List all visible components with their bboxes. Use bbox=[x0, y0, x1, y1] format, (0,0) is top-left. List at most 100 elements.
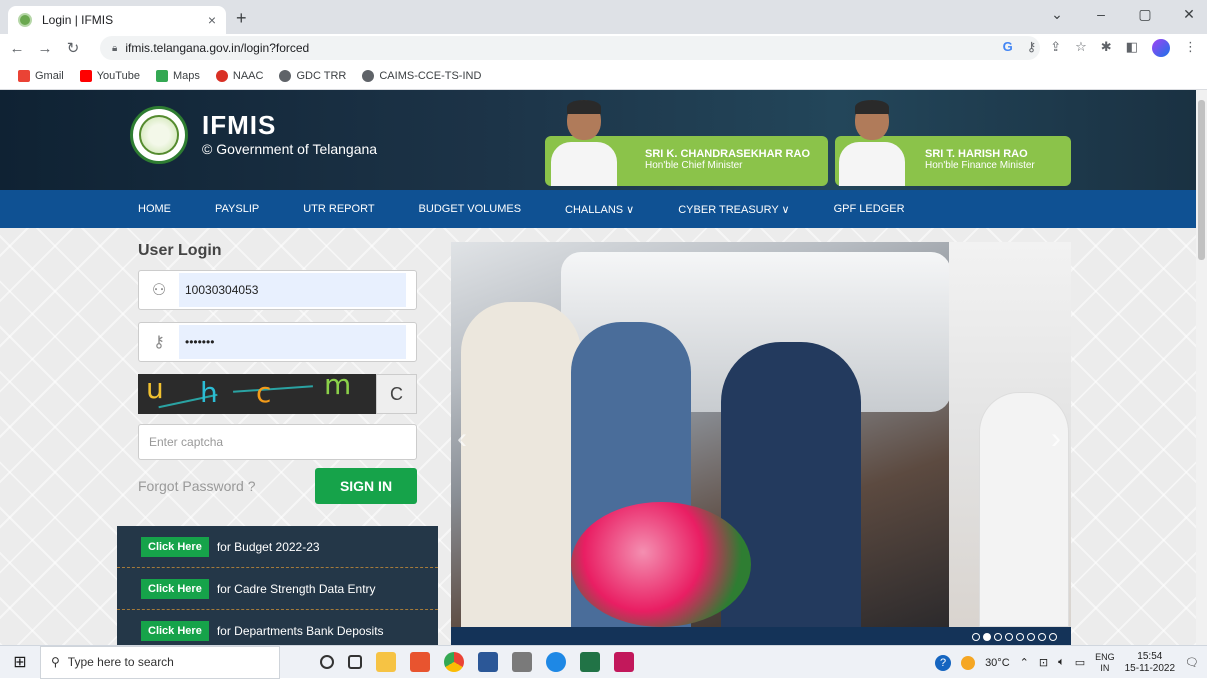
carousel-next-icon[interactable]: › bbox=[1051, 422, 1061, 456]
address-bar-row: ← → ↻ 🔒︎ ifmis.telangana.gov.in/login?fo… bbox=[0, 34, 1207, 62]
carousel-dot[interactable] bbox=[983, 633, 991, 641]
browser-tab-bar: Login | IFMIS × + ⌄ – ▢ ✕ bbox=[0, 0, 1207, 34]
nav-utr-report[interactable]: UTR REPORT bbox=[303, 203, 374, 215]
bookmark-maps[interactable]: Maps bbox=[155, 69, 200, 82]
captcha-char: u bbox=[146, 374, 164, 405]
captcha-image: u h c m bbox=[138, 374, 376, 414]
bookmark-label: CAIMS-CCE-TS-IND bbox=[379, 69, 482, 82]
network-icon[interactable]: ⊡ bbox=[1039, 656, 1048, 669]
nav-budget-volumes[interactable]: BUDGET VOLUMES bbox=[419, 203, 522, 215]
search-icon: ⚲ bbox=[51, 655, 60, 669]
volume-icon[interactable]: 🔈︎ bbox=[1058, 656, 1065, 669]
captcha-char: c bbox=[256, 376, 272, 409]
password-value[interactable]: ••••••• bbox=[179, 325, 406, 359]
finance-minister-photo bbox=[835, 100, 905, 186]
page-viewport: IFMIS © Government of Telangana SRI K. C… bbox=[0, 90, 1196, 645]
carousel-dot[interactable] bbox=[1005, 633, 1013, 641]
forward-arrow-icon[interactable]: → bbox=[34, 40, 56, 57]
store-icon[interactable] bbox=[410, 652, 430, 672]
key-icon[interactable]: ⚷ bbox=[1027, 39, 1037, 57]
sign-in-button[interactable]: SIGN IN bbox=[315, 468, 417, 504]
carousel-dot[interactable] bbox=[1016, 633, 1024, 641]
quick-link-label: for Departments Bank Deposits bbox=[216, 623, 384, 638]
quick-link-row: Click Here for Departments Bank Deposits bbox=[117, 610, 438, 645]
menu-kebab-icon[interactable]: ⋮ bbox=[1184, 39, 1197, 57]
bookmark-gmail[interactable]: Gmail bbox=[18, 69, 64, 82]
document-icon[interactable] bbox=[512, 652, 532, 672]
carousel-dot[interactable] bbox=[1049, 633, 1057, 641]
chief-minister-role: Hon'ble Chief Minister bbox=[645, 160, 743, 171]
excel-icon[interactable] bbox=[580, 652, 600, 672]
youtube-icon bbox=[79, 69, 92, 82]
quick-link-row: Click Here for Budget 2022-23 bbox=[117, 526, 438, 568]
click-here-button[interactable]: Click Here bbox=[141, 536, 209, 557]
google-extension-icon[interactable]: G bbox=[1003, 39, 1013, 57]
task-view-icon[interactable] bbox=[348, 655, 362, 669]
nav-challans-dropdown[interactable]: CHALLANS ∨ bbox=[565, 203, 634, 216]
file-explorer-icon[interactable] bbox=[376, 652, 396, 672]
clock-date: 15-11-2022 bbox=[1124, 662, 1176, 674]
weather-icon[interactable] bbox=[961, 655, 976, 670]
scrollbar-thumb[interactable] bbox=[1198, 100, 1205, 260]
nav-gpf-ledger[interactable]: GPF LEDGER bbox=[834, 203, 905, 215]
bookmark-label: NAAC bbox=[232, 69, 264, 82]
carousel-dot[interactable] bbox=[972, 633, 980, 641]
reload-icon[interactable]: ↻ bbox=[62, 39, 84, 57]
url-input[interactable]: 🔒︎ ifmis.telangana.gov.in/login?forced bbox=[100, 36, 1040, 60]
carousel-dot[interactable] bbox=[1027, 633, 1035, 641]
login-panel: User Login ⚇ 10030304053 ⚷ ••••••• u h c… bbox=[117, 240, 438, 530]
close-window-button[interactable]: ✕ bbox=[1181, 6, 1197, 23]
tray-overflow-icon[interactable]: ⌃ bbox=[1020, 656, 1029, 669]
page-scrollbar[interactable] bbox=[1196, 90, 1207, 645]
username-field[interactable]: ⚇ 10030304053 bbox=[138, 270, 417, 310]
extensions-puzzle-icon[interactable]: ✱ bbox=[1101, 39, 1112, 57]
lock-icon[interactable]: 🔒︎ bbox=[112, 43, 117, 54]
carousel-prev-icon[interactable]: ‹ bbox=[457, 422, 467, 456]
username-value[interactable]: 10030304053 bbox=[179, 273, 406, 307]
action-center-icon[interactable]: 🗨︎ bbox=[1185, 656, 1199, 669]
click-here-button[interactable]: Click Here bbox=[141, 578, 209, 599]
captcha-refresh-button[interactable]: C bbox=[376, 374, 417, 414]
help-icon[interactable]: ? bbox=[935, 654, 952, 671]
forgot-password-link[interactable]: Forgot Password ? bbox=[138, 478, 256, 494]
nav-home[interactable]: HOME bbox=[138, 203, 171, 215]
captcha-input[interactable]: Enter captcha bbox=[138, 424, 417, 460]
profile-avatar[interactable] bbox=[1152, 39, 1170, 57]
notification-badge-icon[interactable]: ▭ bbox=[1075, 656, 1085, 669]
bookmark-naac[interactable]: NAAC bbox=[215, 69, 264, 82]
word-icon[interactable] bbox=[478, 652, 498, 672]
cortana-icon[interactable] bbox=[320, 655, 334, 669]
side-panel-icon[interactable]: ◧ bbox=[1126, 39, 1138, 57]
carousel-dot[interactable] bbox=[994, 633, 1002, 641]
carousel-dot[interactable] bbox=[1038, 633, 1046, 641]
tab-search-icon[interactable]: ⌄ bbox=[1049, 6, 1065, 23]
telangana-emblem-logo[interactable] bbox=[130, 106, 188, 164]
click-here-button[interactable]: Click Here bbox=[141, 620, 209, 641]
weather-temperature[interactable]: 30°C bbox=[985, 657, 1010, 669]
share-icon[interactable]: ⇪ bbox=[1050, 39, 1061, 57]
restore-button[interactable]: ▢ bbox=[1137, 6, 1153, 23]
bookmark-gdc-trr[interactable]: GDC TRR bbox=[279, 69, 346, 82]
new-tab-button[interactable]: + bbox=[236, 8, 247, 29]
bookmark-caims[interactable]: CAIMS-CCE-TS-IND bbox=[362, 69, 482, 82]
bookmark-star-icon[interactable]: ☆ bbox=[1075, 39, 1087, 57]
language-indicator[interactable]: ENG IN bbox=[1095, 652, 1115, 674]
browser-tab[interactable]: Login | IFMIS × bbox=[8, 6, 226, 34]
minimize-button[interactable]: – bbox=[1093, 6, 1109, 23]
nav-payslip[interactable]: PAYSLIP bbox=[215, 203, 259, 215]
taskbar-search-input[interactable]: ⚲ Type here to search bbox=[40, 645, 280, 679]
region-code: IN bbox=[1100, 662, 1110, 673]
password-field[interactable]: ⚷ ••••••• bbox=[138, 322, 417, 362]
chief-minister-banner: SRI K. CHANDRASEKHAR RAO Hon'ble Chief M… bbox=[545, 100, 828, 186]
edge-icon[interactable] bbox=[546, 652, 566, 672]
back-arrow-icon[interactable]: ← bbox=[6, 40, 28, 57]
taskbar-clock[interactable]: 15:54 15-11-2022 bbox=[1125, 651, 1175, 675]
nav-cyber-treasury-dropdown[interactable]: CYBER TREASURY ∨ bbox=[678, 203, 789, 216]
tab-close-icon[interactable]: × bbox=[208, 12, 216, 28]
paint-icon[interactable] bbox=[614, 652, 634, 672]
windows-start-icon[interactable]: ⊞ bbox=[0, 652, 40, 672]
chrome-icon[interactable] bbox=[444, 652, 464, 672]
bookmark-youtube[interactable]: YouTube bbox=[79, 69, 140, 82]
login-title: User Login bbox=[138, 242, 222, 259]
captcha-noise-line bbox=[233, 385, 313, 393]
